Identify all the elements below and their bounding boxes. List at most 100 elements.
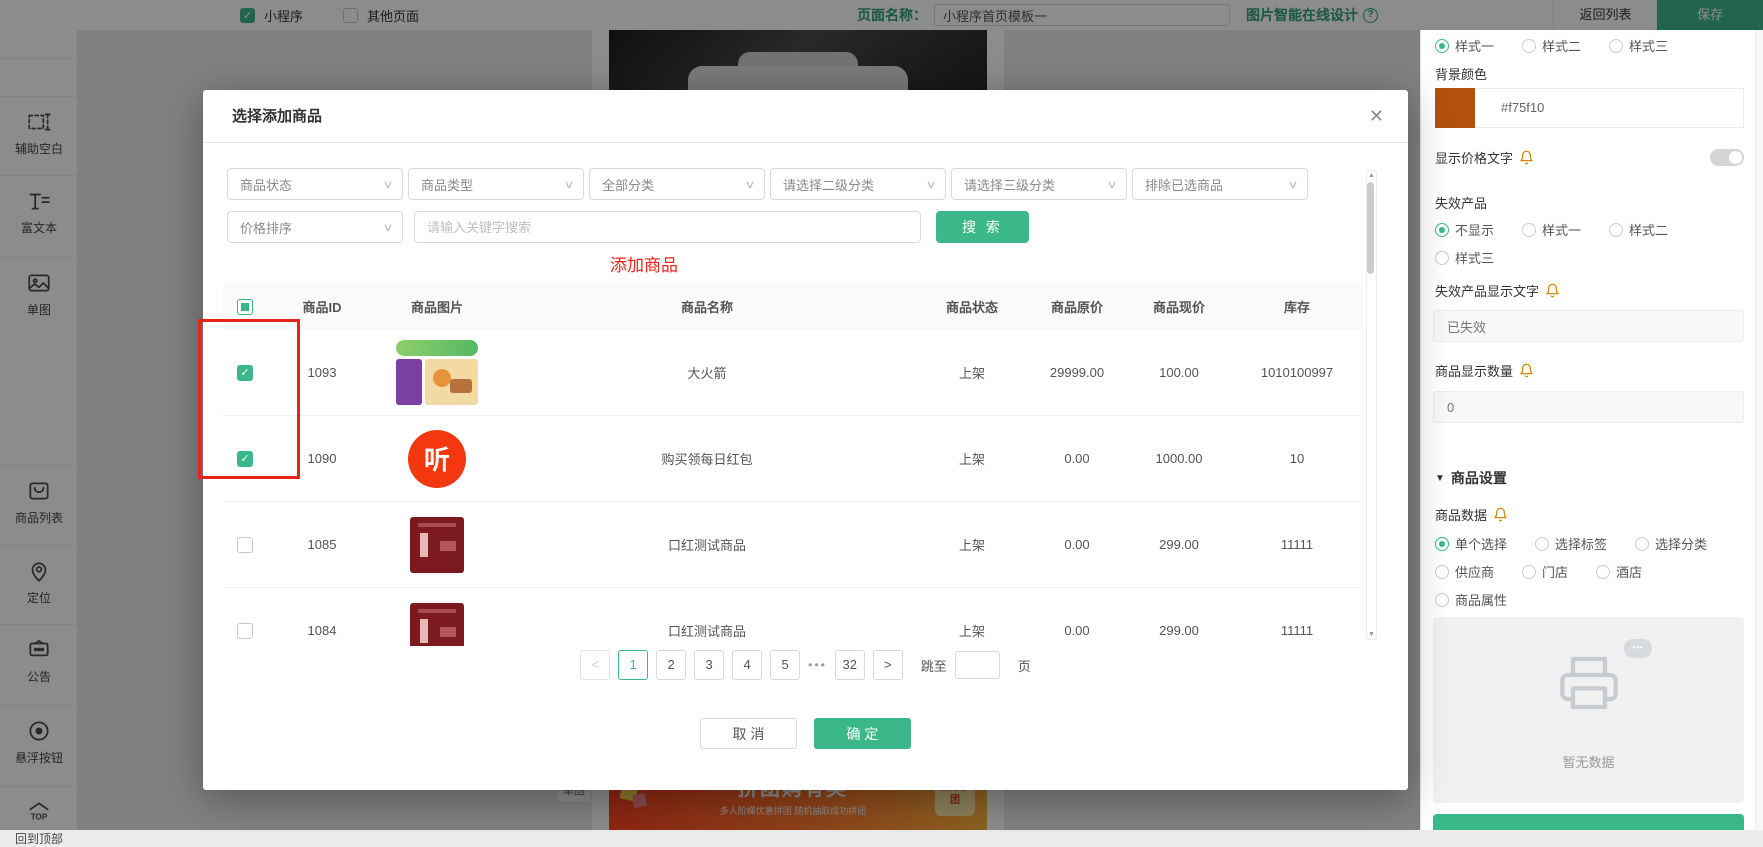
panel-scrollbar[interactable] <box>1755 30 1763 830</box>
page-number-2[interactable]: 2 <box>656 650 686 680</box>
jump-page-input[interactable] <box>955 651 1000 679</box>
product-data-option[interactable]: 单个选择 <box>1435 534 1507 553</box>
keyword-search-input[interactable] <box>414 211 921 243</box>
product-stock: 10 <box>1290 451 1304 466</box>
filter-select-1[interactable]: 商品状态∨ <box>227 168 403 200</box>
radio-icon <box>1522 565 1536 579</box>
filter-select-3[interactable]: 全部分类∨ <box>589 168 765 200</box>
chevron-down-icon: ∨ <box>1287 178 1298 191</box>
modal-footer: 取 消 确 定 <box>203 718 1408 749</box>
radio-icon <box>1522 223 1536 237</box>
page-number-1[interactable]: 1 <box>618 650 648 680</box>
style-option[interactable]: 样式三 <box>1609 36 1668 55</box>
column-header: 商品图片 <box>411 297 463 316</box>
product-settings-section[interactable]: ▼ 商品设置 <box>1435 468 1507 488</box>
product-original-price: 29999.00 <box>1050 365 1104 380</box>
bg-color-swatch[interactable] <box>1435 88 1475 128</box>
column-header: 商品状态 <box>946 297 998 316</box>
filter-select-5[interactable]: 请选择三级分类∨ <box>951 168 1127 200</box>
modal-header: 选择添加商品 ✕ <box>203 90 1408 143</box>
filter-select-4[interactable]: 请选择二级分类∨ <box>770 168 946 200</box>
product-data-label: 商品数据 <box>1435 505 1508 524</box>
radio-icon <box>1596 565 1610 579</box>
price-sort-select[interactable]: 价格排序 ∨ <box>227 211 403 243</box>
filter-select-2[interactable]: 商品类型∨ <box>408 168 584 200</box>
row-checkbox[interactable] <box>237 623 253 639</box>
product-price: 299.00 <box>1159 537 1199 552</box>
chevron-down-icon: ∨ <box>925 178 936 191</box>
panel-bottom-button[interactable] <box>1433 814 1744 830</box>
radio-icon <box>1435 537 1449 551</box>
page-number-3[interactable]: 3 <box>694 650 724 680</box>
scrollbar-thumb[interactable] <box>1367 182 1374 274</box>
select-all-checkbox[interactable] <box>237 299 253 315</box>
invalid-product-option[interactable]: 样式一 <box>1522 220 1581 239</box>
radio-icon <box>1609 223 1623 237</box>
radio-icon <box>1609 39 1623 53</box>
style-radio-group: 样式一 样式二 样式三 <box>1435 36 1668 64</box>
close-icon[interactable]: ✕ <box>1369 107 1384 125</box>
column-header: 库存 <box>1284 297 1310 316</box>
column-header: 商品名称 <box>681 297 733 316</box>
bg-color-value[interactable]: #f75f10 <box>1475 88 1744 128</box>
scroll-up-icon[interactable]: ▲ <box>1367 172 1376 179</box>
product-original-price: 0.00 <box>1064 537 1089 552</box>
product-data-option[interactable]: 酒店 <box>1596 562 1642 581</box>
page-number-4[interactable]: 4 <box>732 650 762 680</box>
search-button[interactable]: 搜 索 <box>936 211 1029 243</box>
cancel-button[interactable]: 取 消 <box>700 718 797 749</box>
product-table-body: ✓1093大火箭上架29999.00100.001010100997✓1090听… <box>223 330 1363 646</box>
invalid-product-label: 失效产品 <box>1435 193 1487 212</box>
product-stock: 1010100997 <box>1261 365 1333 380</box>
product-status: 上架 <box>959 363 985 382</box>
invalid-text-label: 失效产品显示文字 <box>1435 281 1560 300</box>
column-header: 商品ID <box>302 297 341 316</box>
printer-icon <box>1557 651 1621 718</box>
display-count-input[interactable] <box>1433 391 1744 423</box>
ellipsis-bubble-icon: ••• <box>1624 639 1652 658</box>
product-image <box>410 603 464 647</box>
product-price: 299.00 <box>1159 623 1199 638</box>
empty-data-box: ••• 暂无数据 <box>1433 617 1744 803</box>
product-data-option[interactable]: 选择标签 <box>1535 534 1607 553</box>
radio-icon <box>1435 593 1449 607</box>
invalid-product-option[interactable]: 样式三 <box>1435 248 1494 267</box>
sidebar-item-label: 回到顶部 <box>0 830 78 847</box>
row-checkbox[interactable] <box>237 537 253 553</box>
scroll-down-icon[interactable]: ▼ <box>1367 631 1376 638</box>
radio-icon <box>1435 39 1449 53</box>
product-stock: 11111 <box>1281 623 1313 638</box>
product-data-option[interactable]: 选择分类 <box>1635 534 1707 553</box>
product-price: 100.00 <box>1159 365 1199 380</box>
show-price-toggle[interactable] <box>1710 149 1744 166</box>
invalid-product-option[interactable]: 样式二 <box>1609 220 1668 239</box>
product-original-price: 0.00 <box>1064 451 1089 466</box>
select-product-modal: 选择添加商品 ✕ 商品状态∨商品类型∨全部分类∨请选择二级分类∨请选择三级分类∨… <box>203 90 1408 790</box>
product-original-price: 0.00 <box>1064 623 1089 638</box>
alert-bell-icon <box>1519 363 1534 378</box>
alert-bell-icon <box>1493 507 1508 522</box>
table-row: ✓1093大火箭上架29999.00100.001010100997 <box>223 330 1363 416</box>
invalid-product-option[interactable]: 不显示 <box>1435 220 1494 239</box>
page-number-last[interactable]: 32 <box>835 650 865 680</box>
invalid-product-radio-group: 不显示 样式一 样式二样式三 <box>1435 220 1668 276</box>
filter-select-6[interactable]: 排除已选商品∨ <box>1132 168 1308 200</box>
invalid-text-input[interactable] <box>1433 310 1744 342</box>
product-data-option[interactable]: 供应商 <box>1435 562 1494 581</box>
product-name: 口红测试商品 <box>668 535 746 554</box>
next-page-icon[interactable]: > <box>873 650 903 680</box>
style-option[interactable]: 样式二 <box>1522 36 1581 55</box>
red-annotation-rectangle <box>198 319 300 479</box>
product-data-option[interactable]: 门店 <box>1522 562 1568 581</box>
style-option[interactable]: 样式一 <box>1435 36 1494 55</box>
table-row: 1085口红测试商品上架0.00299.0011111 <box>223 502 1363 588</box>
page-number-5[interactable]: 5 <box>770 650 800 680</box>
prev-page-icon[interactable]: < <box>580 650 610 680</box>
product-name: 口红测试商品 <box>668 621 746 640</box>
confirm-button[interactable]: 确 定 <box>814 718 911 749</box>
jump-to-label: 跳至 <box>921 656 947 675</box>
radio-icon <box>1522 39 1536 53</box>
caret-down-icon: ▼ <box>1435 473 1445 484</box>
product-data-option[interactable]: 商品属性 <box>1435 590 1507 609</box>
column-header: 商品现价 <box>1153 297 1205 316</box>
